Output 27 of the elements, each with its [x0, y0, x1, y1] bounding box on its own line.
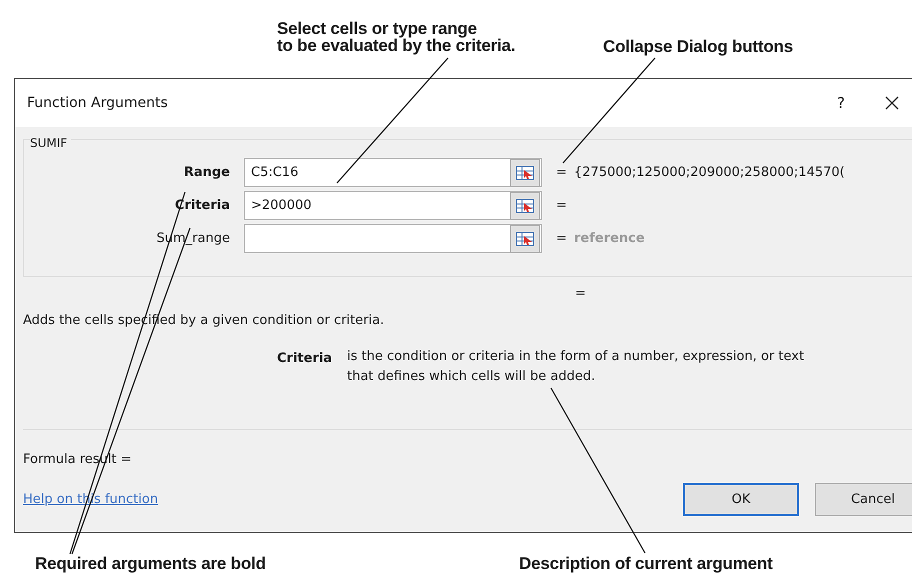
- callout-text: Select cells or type range to be evaluated by the criteria.: [277, 20, 516, 54]
- collapse-dialog-button[interactable]: [510, 192, 540, 220]
- close-icon[interactable]: [885, 96, 899, 110]
- callout-text: Description of current argument: [519, 555, 773, 572]
- collapse-icon: [516, 166, 534, 180]
- collapse-icon: [516, 198, 534, 212]
- argument-result: {275000;125000;209000;258000;14570(: [574, 164, 845, 182]
- dialog-button[interactable]: OK: [683, 483, 799, 516]
- argument-field[interactable]: C5:C16: [244, 158, 542, 187]
- window-title: Function Arguments: [27, 94, 168, 112]
- argument-label: Range: [182, 164, 231, 182]
- argument-result: reference: [574, 230, 645, 248]
- equals-sign: =: [556, 230, 568, 248]
- equals-sign: =: [556, 196, 568, 215]
- argument-name: Criteria: [277, 350, 334, 368]
- collapse-icon: [516, 232, 534, 246]
- callout-text: Collapse Dialog buttons: [603, 38, 793, 55]
- callout-text: Required arguments are bold: [35, 555, 266, 572]
- help-button[interactable]: ?: [837, 92, 845, 114]
- dialog-button[interactable]: Cancel: [815, 483, 912, 516]
- argument-field[interactable]: >200000: [244, 191, 542, 220]
- equals-sign: =: [556, 164, 568, 182]
- equals-sign: =: [575, 284, 586, 302]
- collapse-dialog-button[interactable]: [510, 158, 540, 186]
- collapse-dialog-button[interactable]: [510, 224, 540, 252]
- argument-field[interactable]: [244, 224, 542, 253]
- argument-description: is the condition or criteria in the form of a number, expression, or text that defines which cells will be added.: [347, 348, 804, 386]
